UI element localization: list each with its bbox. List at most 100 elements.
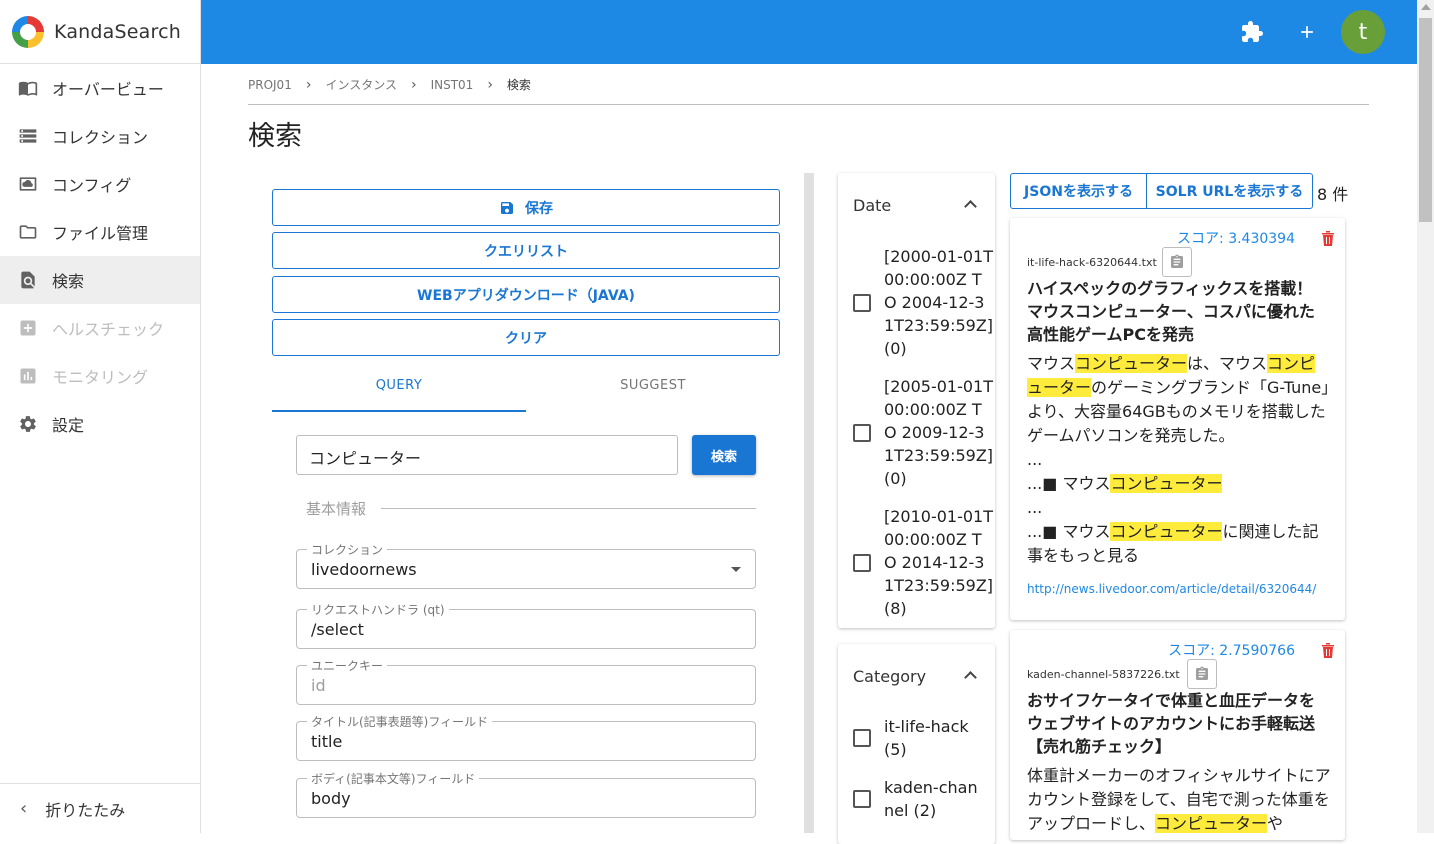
facet-date: Date [2000-01-01T00:00:00Z TO 2004-12-31… [838,173,995,628]
sidebar: KandaSearch オーバービュー コレクション コンフィグ ファイル管理 … [0,0,201,833]
show-json-button[interactable]: JSONを表示する [1010,173,1147,209]
sidebar-item-settings[interactable]: 設定 [0,400,200,448]
title-field-value: title [311,732,343,751]
facet-option[interactable]: kaden-channel (2) [853,776,980,822]
checkbox[interactable] [853,790,871,808]
facet-category-title: Category [853,667,927,686]
tab-suggest[interactable]: SUGGEST [526,366,780,412]
search-button[interactable]: 検索 [692,435,756,475]
add-icon[interactable] [1295,20,1319,44]
result-snippet: 体重計メーカーのオフィシャルサイトにアカウント登録をして、自宅で測った体重をアッ… [1027,764,1331,836]
chevron-left-icon: ‹ [20,798,28,819]
query-list-label: クエリリスト [484,243,568,260]
title-field[interactable]: タイトル(記事表題等)フィールド title [296,713,756,761]
facet-option[interactable]: [2010-01-01T00:00:00Z TO 2014-12-31T23:5… [853,505,994,620]
book-icon [18,79,38,97]
checkbox[interactable] [853,423,871,442]
sidebar-item-collection[interactable]: コレクション [0,112,200,160]
app-logo[interactable]: KandaSearch [0,0,200,64]
highlighted-term: コンピューター [1110,474,1223,493]
result-snippet: マウスコンピューターは、マウスコンピューターのゲーミングブランド「G-Tune」… [1027,352,1331,568]
result-filename: kaden-channel-5837226.txt [1027,668,1180,681]
section-basic-info: 基本情報 [306,500,367,518]
page-scrollbar[interactable] [1417,0,1434,833]
facet-option-label: [2000-01-01T00:00:00Z TO 2004-12-31T23:5… [884,247,994,358]
result-filename: it-life-hack-6320644.txt [1027,256,1157,269]
delete-icon[interactable] [1321,642,1335,658]
request-handler-value: /select [311,620,364,639]
search-input[interactable]: コンピューター [296,435,678,475]
query-tabs: QUERY SUGGEST [272,366,780,412]
query-list-button[interactable]: クエリリスト [272,232,780,269]
breadcrumb-current: 検索 [506,78,531,92]
request-handler-field[interactable]: リクエストハンドラ (qt) /select [296,601,756,649]
scrollbar-thumb[interactable] [1419,18,1432,222]
facet-option[interactable]: it-life-hack (5) [853,715,980,761]
unique-key-field[interactable]: ユニークキー id [296,657,756,705]
facet-option-label: kaden-channel (2) [884,778,978,820]
search-doc-icon [18,271,38,289]
snippet-text: ... [1027,450,1043,469]
checkbox[interactable] [853,729,871,747]
collapse-sidebar-button[interactable]: ‹ 折りたたみ [0,783,200,833]
sidebar-item-healthcheck[interactable]: ヘルスチェック [0,304,200,352]
chevron-up-icon[interactable] [964,671,977,684]
cloud-icon [18,175,38,193]
copy-clipboard-icon[interactable] [1187,659,1217,689]
snippet-text: ...■ マウス [1027,522,1111,541]
sidebar-item-search[interactable]: 検索 [0,256,200,304]
checkbox[interactable] [853,293,871,312]
result-url-link[interactable]: http://news.livedoor.com/article/detail/… [1027,582,1316,596]
collapse-label: 折りたたみ [45,800,126,820]
show-solr-url-button[interactable]: SOLR URLを表示する [1146,173,1313,209]
avatar[interactable]: t [1341,10,1385,54]
title-field-label: タイトル(記事表題等)フィールド [307,713,493,730]
tab-query[interactable]: QUERY [272,366,526,412]
chart-icon [18,367,38,385]
snippet-text: ... [1027,498,1043,517]
body-field[interactable]: ボディ(記事本文等)フィールド body [296,770,756,818]
copy-clipboard-icon[interactable] [1162,247,1192,277]
divider [248,104,1369,105]
result-card: スコア: 3.430394 it-life-hack-6320644.txt ハ… [1010,218,1345,620]
sidebar-item-label: コンフィグ [52,176,132,195]
sidebar-item-label: コレクション [52,128,149,147]
result-title: おサイフケータイで体重と血圧データをウェブサイトのアカウントにお手軽転送【売れ筋… [1027,691,1316,756]
sidebar-item-overview[interactable]: オーバービュー [0,64,200,112]
collection-value: livedoornews [311,560,417,579]
facet-option[interactable]: [2000-01-01T00:00:00Z TO 2004-12-31T23:5… [853,245,994,360]
body-field-label: ボディ(記事本文等)フィールド [307,770,480,787]
delete-icon[interactable] [1321,230,1335,246]
puzzle-icon[interactable] [1240,20,1264,44]
result-count: 8 件 [1317,185,1349,204]
plus-box-icon [18,319,38,337]
unique-key-label: ユニークキー [307,657,388,674]
facet-option-label: [2005-01-01T00:00:00Z TO 2009-12-31T23:5… [884,377,994,488]
breadcrumb-instance[interactable]: INST01 [431,78,474,92]
result-card: スコア: 2.7590766 kaden-channel-5837226.txt… [1010,630,1345,840]
sidebar-item-label: ヘルスチェック [52,320,165,339]
breadcrumb-instances[interactable]: インスタンス [325,76,397,93]
breadcrumb: PROJ01 › インスタンス › INST01 › 検索 [248,76,545,93]
scroll-up-arrow-icon[interactable] [1421,4,1431,10]
breadcrumb-project[interactable]: PROJ01 [248,78,292,92]
sidebar-item-config[interactable]: コンフィグ [0,160,200,208]
sidebar-item-label: オーバービュー [52,80,164,99]
chevron-up-icon[interactable] [964,200,977,213]
facet-option[interactable]: [2005-01-01T00:00:00Z TO 2009-12-31T23:5… [853,375,994,490]
web-app-download-button[interactable]: WEBアプリダウンロード（JAVA) [272,276,780,313]
clear-button[interactable]: クリア [272,319,780,356]
facet-category: Category it-life-hack (5) kaden-channel … [838,644,995,844]
sidebar-item-files[interactable]: ファイル管理 [0,208,200,256]
chevron-right-icon: › [487,76,493,93]
chevron-right-icon: › [305,76,312,93]
gear-icon [18,415,38,433]
collection-select[interactable]: コレクション livedoornews [296,541,756,589]
save-button[interactable]: 保存 [272,189,780,226]
sidebar-item-label: 設定 [52,416,85,435]
snippet-text: は、マウス [1187,354,1268,373]
unique-key-placeholder: id [311,676,326,695]
result-score: スコア: 2.7590766 [1168,643,1295,659]
checkbox[interactable] [853,553,871,572]
sidebar-item-monitoring[interactable]: モニタリング [0,352,200,400]
